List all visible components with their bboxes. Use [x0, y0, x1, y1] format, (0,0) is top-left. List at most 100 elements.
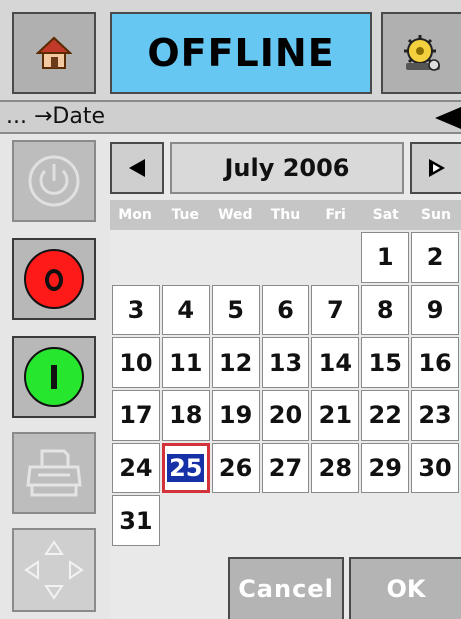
- day-cell[interactable]: 16: [411, 337, 459, 388]
- day-cell[interactable]: 20: [261, 390, 310, 441]
- selected-day-cell[interactable]: 25: [161, 442, 210, 494]
- day-cell[interactable]: 27: [261, 442, 310, 494]
- printer-icon: [26, 449, 82, 497]
- day-cell[interactable]: 12: [211, 337, 260, 388]
- day-cell[interactable]: 22: [361, 390, 410, 441]
- day-cell[interactable]: 31: [112, 495, 160, 546]
- home-button[interactable]: [12, 12, 96, 94]
- day-cell[interactable]: 9: [411, 284, 459, 336]
- day-number: 8: [376, 295, 394, 324]
- day-number: 13: [268, 348, 303, 377]
- printer-status: OFFLINE: [110, 12, 372, 94]
- empty-day-cell: [112, 232, 160, 283]
- day-cell[interactable]: 1: [361, 232, 410, 283]
- settings-button[interactable]: [381, 12, 461, 94]
- start-icon: [24, 347, 84, 407]
- arrow-right-icon: [428, 159, 445, 177]
- weekday-label: Fri: [325, 207, 346, 223]
- navigation-arrows-icon: [24, 540, 84, 600]
- day-number: 20: [268, 401, 303, 430]
- weekday-header: Mon Tue Wed Thu Fri Sat Sun: [110, 200, 461, 230]
- next-month-button[interactable]: [410, 142, 461, 194]
- day-number: 7: [327, 295, 344, 324]
- day-cell[interactable]: 24: [112, 442, 160, 494]
- stop-icon: [24, 249, 84, 309]
- empty-day-cell: [262, 232, 310, 283]
- day-number: 12: [218, 348, 253, 377]
- power-icon: [28, 155, 80, 207]
- gear-settings-icon: [404, 35, 440, 71]
- day-number: 5: [227, 295, 244, 324]
- day-number: 17: [119, 401, 153, 430]
- empty-day-cell: [311, 495, 359, 546]
- stop-button[interactable]: [12, 238, 96, 320]
- day-number: 2: [426, 243, 444, 272]
- status-text: OFFLINE: [147, 31, 335, 75]
- day-number: 22: [368, 401, 402, 430]
- day-number: 27: [268, 453, 303, 482]
- day-number: 14: [318, 348, 353, 377]
- day-cell[interactable]: 14: [311, 337, 360, 388]
- day-cell[interactable]: 11: [161, 337, 210, 388]
- day-cell[interactable]: 18: [161, 390, 210, 441]
- empty-day-cell: [212, 232, 260, 283]
- day-cell[interactable]: 23: [411, 390, 459, 441]
- day-number: 1: [376, 243, 394, 272]
- empty-day-cell: [162, 495, 210, 546]
- day-cell[interactable]: 28: [311, 442, 360, 494]
- day-cell[interactable]: 15: [361, 337, 410, 388]
- day-cell[interactable]: 29: [361, 442, 410, 494]
- day-number: 19: [218, 401, 253, 430]
- weekday-label: Wed: [218, 207, 253, 223]
- day-cell[interactable]: 21: [311, 390, 360, 441]
- day-cell[interactable]: 5: [211, 284, 260, 336]
- day-number: 30: [418, 453, 452, 482]
- empty-day-cell: [262, 495, 310, 546]
- day-cell[interactable]: 3: [112, 284, 160, 336]
- day-number: 28: [318, 453, 353, 482]
- cancel-button[interactable]: Cancel: [228, 557, 344, 619]
- empty-day-cell: [361, 495, 409, 546]
- ok-button[interactable]: OK: [349, 557, 461, 619]
- day-number: 25: [167, 453, 205, 482]
- day-number: 18: [169, 401, 203, 430]
- day-number: 15: [368, 348, 402, 377]
- power-button[interactable]: [12, 140, 96, 222]
- top-bar: OFFLINE: [0, 0, 461, 100]
- back-arrow-icon[interactable]: [435, 107, 461, 129]
- weekday-label: Thu: [270, 207, 301, 223]
- day-cell[interactable]: 4: [161, 284, 210, 336]
- day-cell[interactable]: 17: [112, 390, 160, 441]
- weekday-label: Sat: [372, 207, 399, 223]
- day-number: 10: [119, 348, 153, 377]
- day-number: 9: [426, 295, 444, 324]
- day-number: 16: [418, 348, 452, 377]
- previous-month-button[interactable]: [110, 142, 164, 194]
- day-cell[interactable]: 8: [361, 284, 410, 336]
- start-button[interactable]: [12, 336, 96, 418]
- weekday-label: Mon: [118, 207, 152, 223]
- day-cell[interactable]: 26: [211, 442, 260, 494]
- navigation-button[interactable]: [12, 528, 96, 612]
- month-label: July 2006: [170, 142, 404, 194]
- empty-day-cell: [162, 232, 210, 283]
- day-cell[interactable]: 13: [261, 337, 310, 388]
- day-cell[interactable]: 7: [311, 284, 360, 336]
- day-cell[interactable]: 2: [411, 232, 459, 283]
- day-number: 24: [119, 453, 153, 482]
- day-cell[interactable]: 6: [261, 284, 310, 336]
- day-number: 23: [418, 401, 452, 430]
- day-number: 31: [119, 506, 153, 535]
- home-icon: [36, 36, 72, 69]
- empty-day-cell: [411, 495, 459, 546]
- breadcrumb: ... →Date: [6, 104, 105, 129]
- day-cell[interactable]: 30: [411, 442, 459, 494]
- day-cell[interactable]: 10: [112, 337, 160, 388]
- day-cell[interactable]: 19: [211, 390, 260, 441]
- day-number: 4: [177, 295, 195, 324]
- day-number: 3: [127, 295, 145, 324]
- day-number: 29: [368, 453, 402, 482]
- day-number: 6: [277, 295, 294, 324]
- breadcrumb-bar: ... →Date: [0, 100, 461, 134]
- print-button[interactable]: [12, 432, 96, 514]
